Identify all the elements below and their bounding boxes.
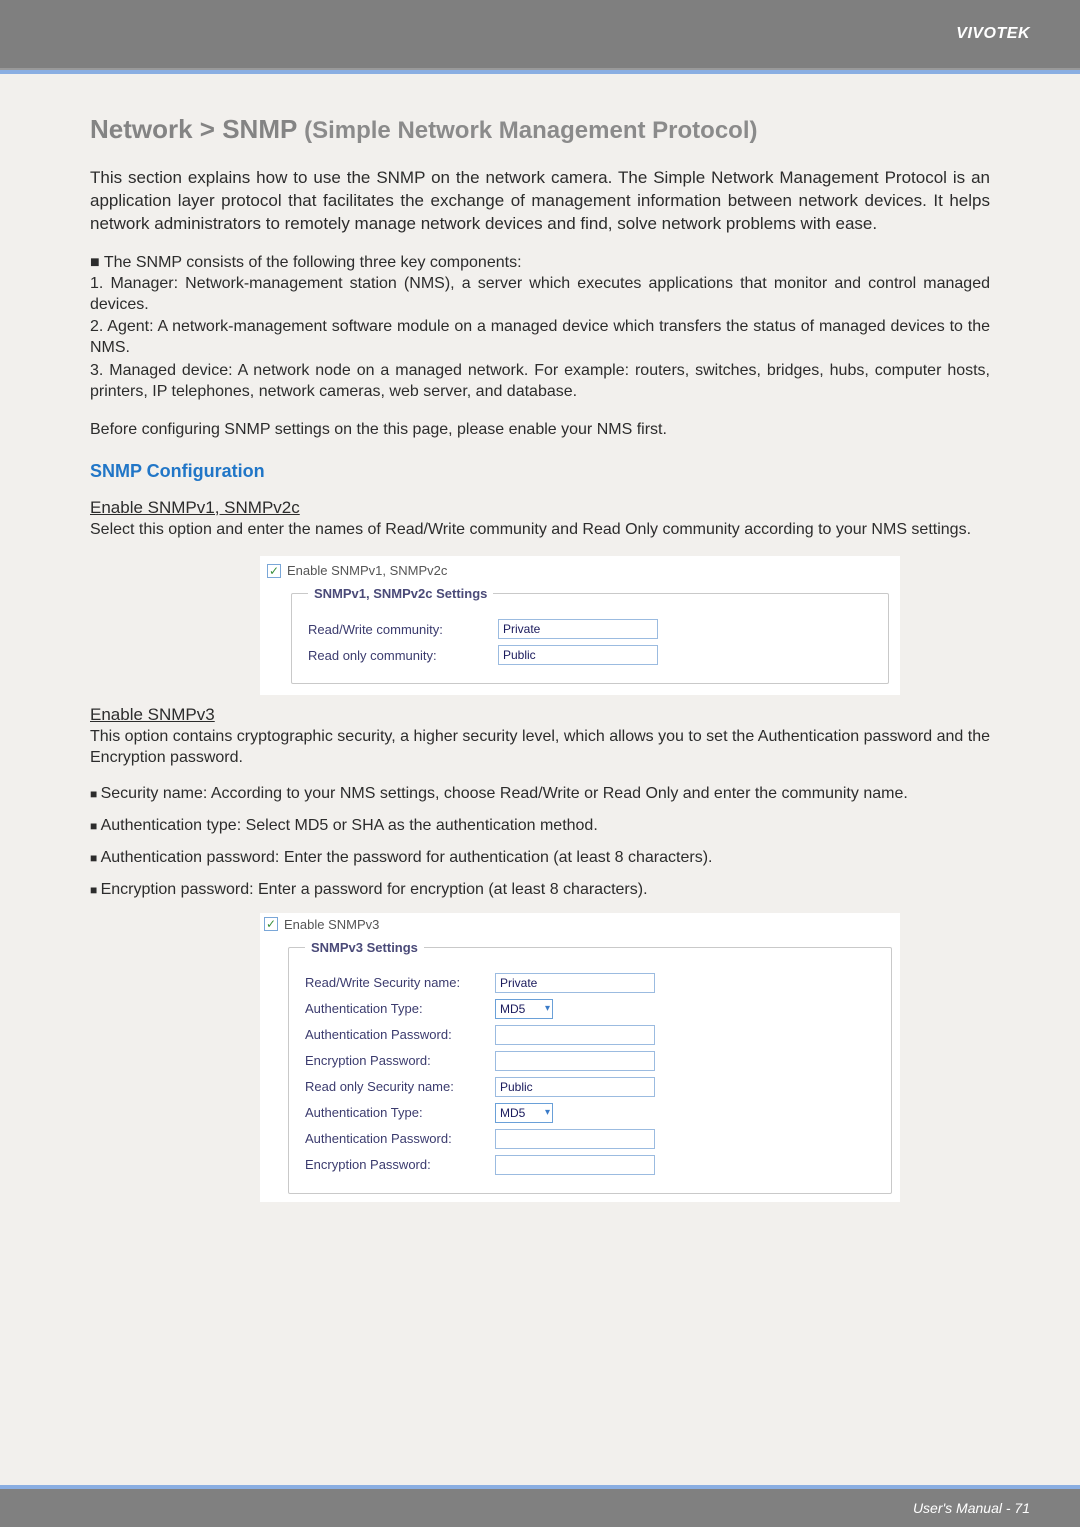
snmp-config-heading: SNMP Configuration [90,461,990,482]
rw-community-label: Read/Write community: [308,622,498,637]
title-sub: (Simple Network Management Protocol) [304,117,757,144]
auth-type-select-1[interactable]: MD5 ▾ [495,999,553,1019]
components-list: 1. Manager: Network-management station (… [90,274,990,403]
v3-bullet-security-name: Security name: According to your NMS set… [90,785,990,803]
ro-security-name-input[interactable] [495,1077,655,1097]
checkbox-icon[interactable]: ✓ [264,917,278,931]
footer-bar: User's Manual - 71 [0,1485,1080,1527]
enc-password-input-2[interactable] [495,1155,655,1175]
enable-v3-checkbox-row[interactable]: ✓ Enable SNMPv3 [264,917,892,932]
auth-password-input-1[interactable] [495,1025,655,1045]
checkbox-icon[interactable]: ✓ [267,564,281,578]
enable-v12-checkbox-label: Enable SNMPv1, SNMPv2c [287,563,447,578]
v3-bullet-enc-password: Encryption password: Enter a password fo… [90,881,990,899]
enable-v3-checkbox-label: Enable SNMPv3 [284,917,379,932]
component-item-3: 3. Managed device: A network node on a m… [90,361,990,403]
brand-text: VIVOTEK [956,25,1030,43]
auth-type-value-1: MD5 [500,1002,525,1016]
v3-bullet-auth-password: Authentication password: Enter the passw… [90,849,990,867]
auth-type-label-1: Authentication Type: [305,1001,495,1016]
ro-community-input[interactable] [498,645,658,665]
v12-settings-group: SNMPv1, SNMPv2c Settings Read/Write comm… [291,586,889,684]
enable-v12-heading: Enable SNMPv1, SNMPv2c [90,498,990,518]
chevron-down-icon: ▾ [545,1003,550,1014]
auth-password-label-2: Authentication Password: [305,1131,495,1146]
before-config-note: Before configuring SNMP settings on the … [90,421,990,439]
snmp-v12-panel: ✓ Enable SNMPv1, SNMPv2c SNMPv1, SNMPv2c… [260,556,900,695]
ro-community-label: Read only community: [308,648,498,663]
auth-password-label-1: Authentication Password: [305,1027,495,1042]
rw-security-name-label: Read/Write Security name: [305,975,495,990]
auth-type-select-2[interactable]: MD5 ▾ [495,1103,553,1123]
content-area: Network > SNMP (Simple Network Managemen… [0,74,1080,1282]
footer-text: User's Manual - 71 [913,1500,1030,1516]
component-item-2: 2. Agent: A network-management software … [90,317,990,359]
intro-paragraph: This section explains how to use the SNM… [90,167,990,236]
v3-settings-group: SNMPv3 Settings Read/Write Security name… [288,940,892,1194]
auth-type-label-2: Authentication Type: [305,1105,495,1120]
auth-password-input-2[interactable] [495,1129,655,1149]
rw-community-input[interactable] [498,619,658,639]
v3-bullet-auth-type: Authentication type: Select MD5 or SHA a… [90,817,990,835]
v3-legend: SNMPv3 Settings [305,940,424,955]
snmp-v3-panel: ✓ Enable SNMPv3 SNMPv3 Settings Read/Wri… [260,913,900,1202]
enc-password-label-1: Encryption Password: [305,1053,495,1068]
page-title: Network > SNMP (Simple Network Managemen… [90,114,990,145]
enc-password-input-1[interactable] [495,1051,655,1071]
v3-bullet-list: Security name: According to your NMS set… [90,785,990,899]
enc-password-label-2: Encryption Password: [305,1157,495,1172]
auth-type-value-2: MD5 [500,1106,525,1120]
header-bar: VIVOTEK [0,0,1080,70]
title-main: Network > SNMP [90,114,297,144]
enable-v3-heading: Enable SNMPv3 [90,705,990,725]
enable-v12-desc: Select this option and enter the names o… [90,520,990,541]
chevron-down-icon: ▾ [545,1107,550,1118]
enable-v3-desc: This option contains cryptographic secur… [90,727,990,769]
enable-v12-checkbox-row[interactable]: ✓ Enable SNMPv1, SNMPv2c [267,563,889,578]
components-lead: ■ The SNMP consists of the following thr… [90,254,990,272]
component-item-1: 1. Manager: Network-management station (… [90,274,990,316]
ro-security-name-label: Read only Security name: [305,1079,495,1094]
rw-security-name-input[interactable] [495,973,655,993]
v12-legend: SNMPv1, SNMPv2c Settings [308,586,493,601]
